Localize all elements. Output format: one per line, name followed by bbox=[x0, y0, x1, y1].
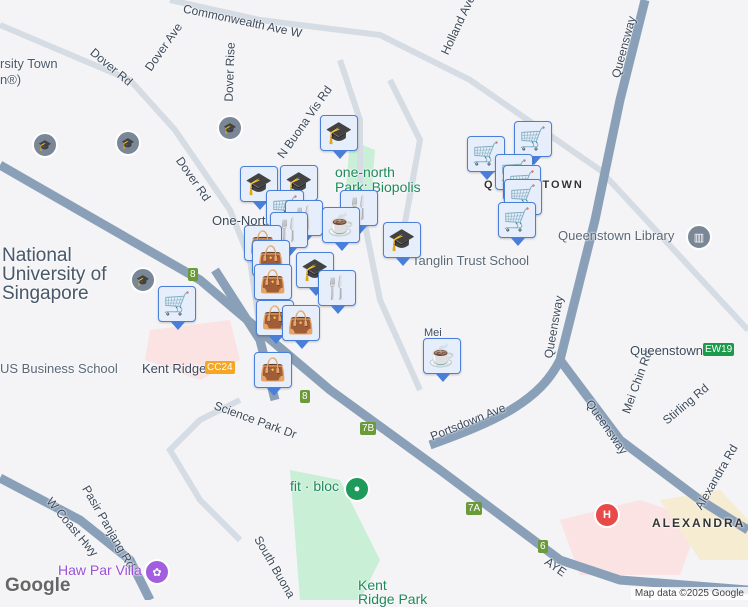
place-label: US Business School bbox=[0, 361, 118, 376]
google-logo: Google bbox=[5, 575, 71, 596]
exit-badge: 8 bbox=[300, 390, 310, 403]
park-line: Kent bbox=[358, 577, 387, 593]
exit-badge: 8 bbox=[188, 268, 198, 281]
exit-badge: 7B bbox=[360, 422, 377, 435]
gym-pin-icon[interactable]: ● bbox=[344, 476, 370, 502]
place-label: Tanglin Trust School bbox=[412, 253, 530, 268]
shopping-bag-marker-icon[interactable]: 👜 bbox=[282, 305, 320, 349]
road-label: Dover Rise bbox=[221, 42, 238, 102]
mrt-badge-cc24: CC24 bbox=[205, 361, 235, 374]
school-pin-icon[interactable]: 🎓 bbox=[130, 267, 156, 293]
restaurant-marker-icon[interactable]: 🍴 bbox=[318, 270, 356, 314]
shopping-bag-marker-icon[interactable]: 👜 bbox=[254, 352, 292, 396]
coffee-marker-icon[interactable]: ☕ bbox=[423, 338, 461, 382]
mrt-badge-ew19: EW19 bbox=[703, 343, 735, 356]
school-pin-icon[interactable]: 🎓 bbox=[32, 132, 58, 158]
hospital-icon[interactable]: H bbox=[594, 502, 620, 528]
area-label: ALEXANDRA bbox=[652, 516, 746, 530]
place-label: n®) bbox=[0, 72, 22, 87]
place-label: Haw Par Villa bbox=[58, 562, 142, 578]
school-marker-icon[interactable]: 🎓 bbox=[320, 115, 358, 159]
attraction-icon[interactable]: ✿ bbox=[144, 559, 170, 585]
place-label: fit · bloc bbox=[290, 478, 340, 494]
shopping-cart-marker-icon[interactable]: 🛒 bbox=[514, 121, 552, 165]
exit-badge: 7A bbox=[466, 502, 483, 515]
place-label: Queenstown Library bbox=[558, 228, 675, 243]
exit-badge: 6 bbox=[538, 540, 548, 553]
nus-full-name-label: National University of Singapore bbox=[2, 245, 107, 304]
school-marker-icon[interactable]: 🎓 bbox=[383, 222, 421, 266]
coffee-marker-icon[interactable]: ☕ bbox=[322, 207, 360, 251]
library-icon[interactable]: ▥ bbox=[686, 224, 712, 250]
school-pin-icon[interactable]: 🎓 bbox=[217, 115, 243, 141]
shopping-bag-marker-icon[interactable]: 👜 bbox=[254, 264, 292, 308]
map-attribution[interactable]: Map data ©2025 Google bbox=[630, 587, 748, 600]
station-label: Kent Ridge bbox=[142, 361, 207, 376]
shopping-cart-marker-icon[interactable]: 🛒 bbox=[498, 202, 536, 246]
park-line: one-north bbox=[335, 164, 395, 180]
station-label: Queenstown bbox=[630, 343, 703, 358]
school-pin-icon[interactable]: 🎓 bbox=[115, 130, 141, 156]
park-label: Kent Ridge Park bbox=[358, 578, 427, 606]
park-line: Ridge Park bbox=[358, 591, 428, 607]
shopping-cart-marker-icon[interactable]: 🛒 bbox=[158, 286, 196, 330]
